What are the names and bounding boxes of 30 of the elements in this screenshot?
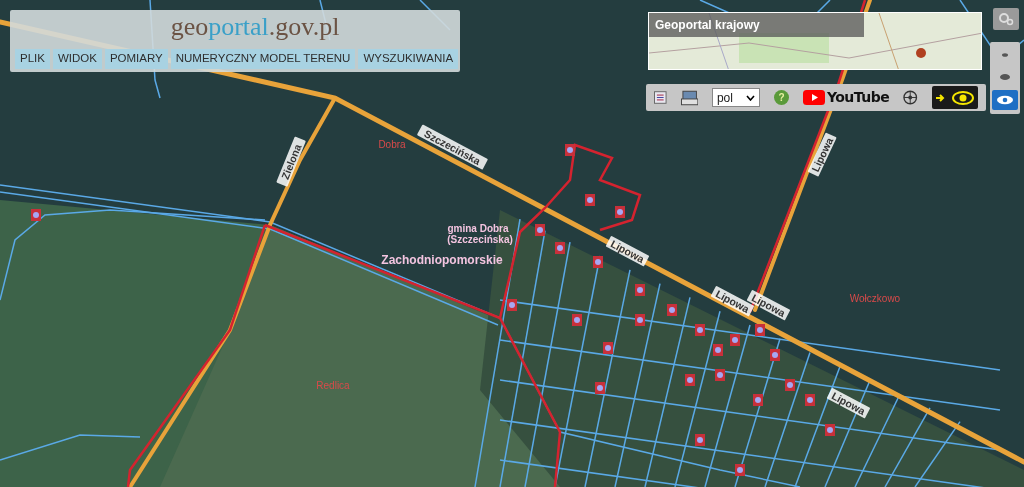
dot-icon (1002, 53, 1008, 57)
site-logo[interactable]: geoportal.gov.pl (170, 12, 340, 42)
place-label: Wołczkowo (849, 293, 901, 304)
eye-icon (952, 90, 975, 105)
eye-icon (996, 95, 1014, 105)
place-label: (Szczecińska) (447, 234, 513, 245)
disc-icon (1000, 74, 1010, 80)
menu-item[interactable]: NUMERYCZNY MODEL TERENU (170, 49, 356, 69)
play-icon (802, 90, 825, 105)
language-select[interactable]: pol (711, 88, 761, 107)
place-label: gmina Dobra (447, 223, 509, 234)
menu-item[interactable]: POMIARY (104, 49, 168, 69)
settings-icon (998, 12, 1014, 26)
overview-map[interactable]: Geoportal krajowy (648, 12, 982, 70)
overview-title: Geoportal krajowy (649, 13, 864, 37)
wms-icon[interactable] (680, 89, 698, 106)
place-label: Dobra (378, 139, 406, 150)
menu-item[interactable]: WYSZUKIWANIA (358, 49, 459, 69)
menu-item[interactable]: PLIK (15, 49, 50, 69)
chevron-down-icon (746, 94, 756, 101)
menu-item[interactable]: WIDOK (52, 49, 102, 69)
wheel-icon[interactable] (903, 90, 918, 105)
place-label: Redlica (316, 380, 350, 391)
legend-icon[interactable] (654, 91, 667, 104)
accessibility-toggle[interactable] (931, 86, 978, 109)
place-label: Zachodniopomorskie (381, 253, 503, 267)
video-link[interactable]: YouTube (802, 87, 890, 108)
video-label: YouTube (826, 88, 890, 107)
view-button[interactable] (992, 90, 1018, 110)
arrow-right-icon (935, 92, 946, 103)
